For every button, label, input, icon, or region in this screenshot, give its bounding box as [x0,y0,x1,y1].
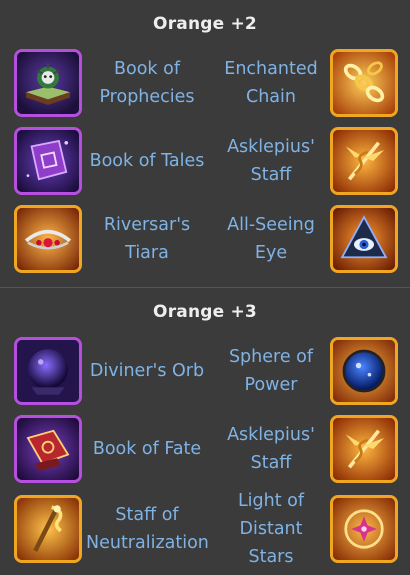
item-name: Sphere of Power [228,347,314,395]
item-name: Diviner's Orb [89,361,205,381]
item-cell[interactable]: Asklepius' Staff [212,127,398,195]
item-name: Light of Distant Stars [237,491,305,567]
light-of-distant-stars-icon[interactable] [330,495,398,563]
item-name: Staff of Neutralization [86,505,209,553]
all-seeing-eye-icon[interactable] [330,205,398,273]
book-of-tales-icon[interactable] [14,127,82,195]
item-cell[interactable]: Staff of Neutralization [14,495,212,563]
item-row: Book of Prophecies Enchanted Chain [0,44,410,122]
item-cell[interactable]: Book of Tales [14,127,212,195]
item-name: Asklepius' Staff [227,425,315,473]
riversars-tiara-icon[interactable] [14,205,82,273]
item-name: Book of Fate [92,439,202,459]
section-orange-plus-3: Orange +3 Diviner's Orb Sphere of Power [0,288,410,575]
item-cell[interactable]: Book of Fate [14,415,212,483]
item-cell[interactable]: Light of Distant Stars [212,487,398,571]
section-title: Orange +3 [153,302,257,322]
item-cell[interactable]: Asklepius' Staff [212,415,398,483]
item-name: All-Seeing Eye [227,215,315,263]
item-row: Book of Tales Asklepius' Staff [0,122,410,200]
item-row: Riversar's Tiara All-Seeing Eye [0,200,410,278]
diviners-orb-icon[interactable] [14,337,82,405]
item-name: Book of Prophecies [99,59,195,107]
item-name: Book of Tales [89,151,205,171]
item-name: Enchanted Chain [224,59,318,107]
section-orange-plus-2: Orange +2 Book of Prophecies Enchanted C… [0,0,410,287]
sphere-of-power-icon[interactable] [330,337,398,405]
item-name: Asklepius' Staff [227,137,315,185]
item-row: Staff of Neutralization Light of Distant… [0,488,410,570]
asklepius-staff-icon[interactable] [330,127,398,195]
enchanted-chain-icon[interactable] [330,49,398,117]
item-cell[interactable]: Book of Prophecies [14,49,212,117]
item-list-page: Orange +2 Book of Prophecies Enchanted C… [0,0,410,575]
book-of-prophecies-icon[interactable] [14,49,82,117]
item-row: Book of Fate Asklepius' Staff [0,410,410,488]
item-row: Diviner's Orb Sphere of Power [0,332,410,410]
item-name: Riversar's Tiara [103,215,191,263]
item-cell[interactable]: Sphere of Power [212,337,398,405]
item-cell[interactable]: Diviner's Orb [14,337,212,405]
item-cell[interactable]: All-Seeing Eye [212,205,398,273]
section-title: Orange +2 [153,14,257,34]
book-of-fate-icon[interactable] [14,415,82,483]
staff-of-neutralization-icon[interactable] [14,495,82,563]
item-cell[interactable]: Enchanted Chain [212,49,398,117]
asklepius-staff-icon[interactable] [330,415,398,483]
item-cell[interactable]: Riversar's Tiara [14,205,212,273]
